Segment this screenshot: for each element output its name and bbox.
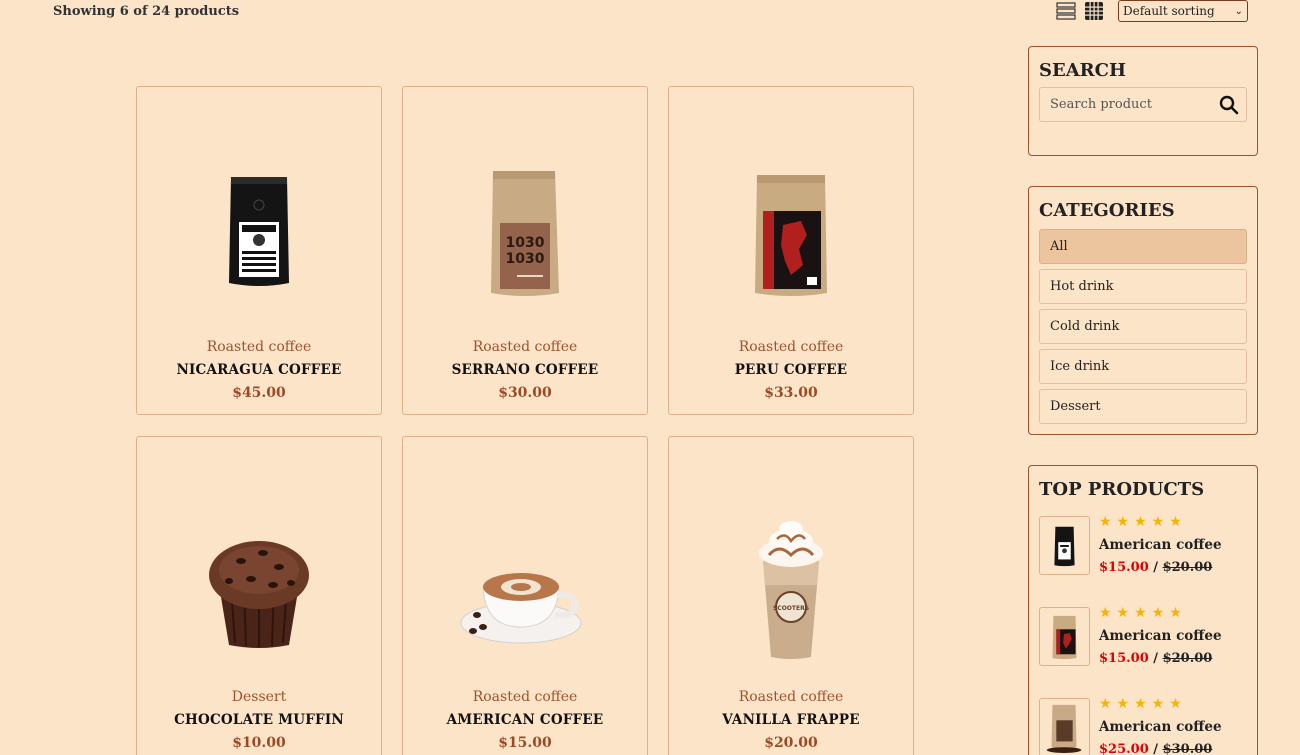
- shop-toolbar: Showing 6 of 24 products Default sorting…: [0, 0, 1300, 30]
- search-title: SEARCH: [1039, 60, 1126, 81]
- product-card[interactable]: Dessert CHOCOLATE MUFFIN $10.00: [136, 436, 382, 755]
- top-product-item[interactable]: ★★★★★ American coffee $25.00 / $30.00: [1039, 696, 1249, 755]
- product-price: $15.00: [498, 735, 552, 751]
- latte-cup-image: [460, 573, 582, 644]
- top-product-name[interactable]: American coffee: [1099, 719, 1222, 735]
- product-category: Roasted coffee: [206, 339, 312, 355]
- product-name[interactable]: PERU COFFEE: [669, 362, 913, 378]
- category-item-hot-drink[interactable]: Hot drink: [1039, 269, 1247, 304]
- product-card[interactable]: 1030 1030 Roasted coffee SERRANO COFFEE …: [402, 86, 648, 415]
- product-category: Roasted coffee: [472, 339, 578, 355]
- product-price: $30.00: [498, 385, 552, 401]
- sorting-value: Default sorting: [1123, 4, 1215, 18]
- price-separator: /: [1148, 742, 1163, 755]
- chocolate-muffin-image: [209, 541, 309, 648]
- original-price: $20.00: [1162, 560, 1213, 575]
- product-name[interactable]: SERRANO COFFEE: [403, 362, 647, 378]
- product-name[interactable]: VANILLA FRAPPE: [669, 712, 913, 728]
- product-card[interactable]: Roasted coffee PERU COFFEE $33.00: [668, 86, 914, 415]
- svg-text:1030: 1030: [506, 251, 545, 267]
- top-product-price: $25.00 / $30.00: [1099, 742, 1212, 755]
- star-rating: ★★★★★: [1099, 605, 1187, 621]
- original-price: $30.00: [1162, 742, 1213, 755]
- product-price: $33.00: [764, 385, 818, 401]
- product-name[interactable]: AMERICAN COFFEE: [403, 712, 647, 728]
- top-products-title: TOP PRODUCTS: [1039, 479, 1205, 500]
- product-category: Roasted coffee: [738, 689, 844, 705]
- product-card[interactable]: Roasted coffee AMERICAN COFFEE $15.00: [402, 436, 648, 755]
- category-item-ice-drink[interactable]: Ice drink: [1039, 349, 1247, 384]
- category-item-dessert[interactable]: Dessert: [1039, 389, 1247, 424]
- top-product-thumb: [1039, 607, 1090, 666]
- star-rating: ★★★★★: [1099, 696, 1187, 712]
- frappe-cup-image: SCOOTERS: [759, 521, 823, 659]
- kraft-red-label-bag-image: [755, 175, 827, 296]
- kraft-coffee-bag-image: 1030 1030: [491, 171, 559, 296]
- product-price: $45.00: [232, 385, 286, 401]
- product-price: $20.00: [764, 735, 818, 751]
- black-coffee-bag-image: [229, 177, 289, 286]
- category-item-cold-drink[interactable]: Cold drink: [1039, 309, 1247, 344]
- top-product-thumb: [1039, 698, 1090, 755]
- price-separator: /: [1148, 560, 1163, 575]
- product-card[interactable]: Roasted coffee NICARAGUA COFFEE $45.00: [136, 86, 382, 415]
- top-product-name[interactable]: American coffee: [1099, 537, 1222, 553]
- product-name[interactable]: CHOCOLATE MUFFIN: [137, 712, 381, 728]
- original-price: $20.00: [1162, 651, 1213, 666]
- top-product-item[interactable]: ★★★★★ American coffee $15.00 / $20.00: [1039, 514, 1249, 586]
- star-rating: ★★★★★: [1099, 514, 1187, 530]
- categories-widget: CATEGORIES All Hot drink Cold drink Ice …: [1028, 186, 1258, 435]
- top-products-widget: TOP PRODUCTS ★★★★★ American coffee $15.0…: [1028, 465, 1258, 755]
- product-category: Roasted coffee: [472, 689, 578, 705]
- grid-view-icon[interactable]: [1085, 2, 1103, 20]
- chevron-down-icon: ⌄: [1234, 5, 1243, 17]
- search-placeholder: Search product: [1050, 97, 1152, 112]
- product-price: $10.00: [232, 735, 286, 751]
- category-item-all[interactable]: All: [1039, 229, 1247, 264]
- top-product-price: $15.00 / $20.00: [1099, 560, 1212, 575]
- sale-price: $15.00: [1099, 651, 1149, 666]
- result-count: Showing 6 of 24 products: [53, 4, 240, 19]
- search-icon[interactable]: [1219, 95, 1239, 115]
- list-view-icon[interactable]: [1056, 2, 1076, 20]
- categories-title: CATEGORIES: [1039, 200, 1175, 221]
- top-product-item[interactable]: ★★★★★ American coffee $15.00 / $20.00: [1039, 605, 1249, 677]
- top-product-name[interactable]: American coffee: [1099, 628, 1222, 644]
- product-name[interactable]: NICARAGUA COFFEE: [137, 362, 381, 378]
- product-category: Roasted coffee: [738, 339, 844, 355]
- svg-text:SCOOTERS: SCOOTERS: [773, 605, 809, 612]
- sale-price: $15.00: [1099, 560, 1149, 575]
- product-card[interactable]: SCOOTERS Roasted coffee VANILLA FRAPPE $…: [668, 436, 914, 755]
- price-separator: /: [1148, 651, 1163, 666]
- svg-text:1030: 1030: [506, 235, 545, 251]
- search-widget: SEARCH Search product: [1028, 46, 1258, 156]
- search-input[interactable]: Search product: [1039, 87, 1247, 122]
- product-category: Dessert: [231, 689, 287, 705]
- top-product-price: $15.00 / $20.00: [1099, 651, 1212, 666]
- top-product-thumb: [1039, 516, 1090, 575]
- sale-price: $25.00: [1099, 742, 1149, 755]
- sorting-select[interactable]: Default sorting ⌄: [1118, 0, 1248, 22]
